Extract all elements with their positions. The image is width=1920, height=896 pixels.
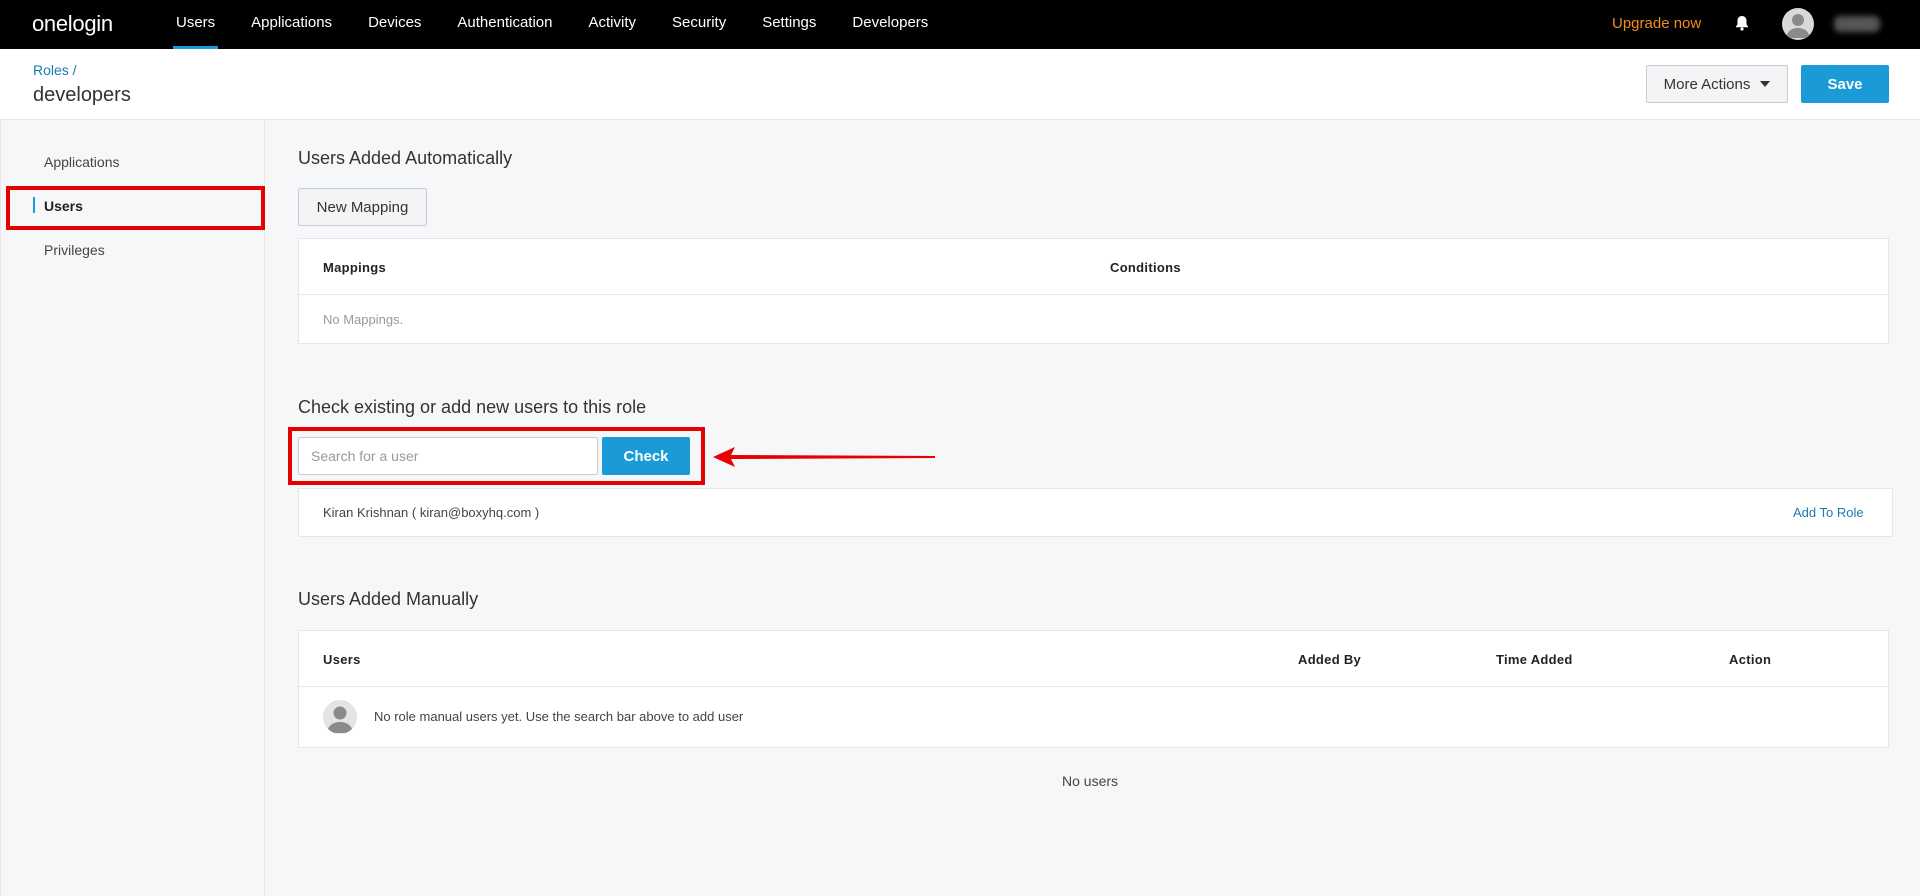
column-added-by: Added By: [1298, 652, 1362, 667]
nav-item-activity[interactable]: Activity: [571, 0, 655, 49]
nav-item-users[interactable]: Users: [158, 0, 233, 49]
column-conditions: Conditions: [1110, 260, 1181, 275]
add-to-role-link[interactable]: Add To Role: [1793, 505, 1864, 520]
nav-item-settings[interactable]: Settings: [744, 0, 834, 49]
save-button[interactable]: Save: [1801, 65, 1889, 103]
sidebar-item-applications[interactable]: Applications: [44, 154, 120, 170]
nav-item-authentication[interactable]: Authentication: [439, 0, 570, 49]
main-nav: Users Applications Devices Authenticatio…: [158, 0, 946, 49]
sidebar-item-privileges[interactable]: Privileges: [44, 242, 105, 258]
mappings-table: Mappings Conditions No Mappings.: [298, 238, 1889, 344]
user-placeholder-icon: [323, 700, 357, 734]
nav-item-security[interactable]: Security: [654, 0, 744, 49]
highlight-box-search: [288, 427, 705, 485]
check-section-title: Check existing or add new users to this …: [298, 397, 647, 417]
top-navbar: onelogin Users Applications Devices Auth…: [0, 0, 1920, 49]
mappings-empty-row: No Mappings.: [299, 295, 1888, 343]
column-mappings: Mappings: [323, 260, 387, 275]
more-actions-button[interactable]: More Actions: [1646, 65, 1788, 103]
breadcrumb-roles[interactable]: Roles /: [33, 62, 77, 78]
manual-section-title: Users Added Manually: [298, 589, 479, 609]
bell-icon[interactable]: [1733, 14, 1751, 32]
mappings-table-header: Mappings Conditions: [299, 239, 1888, 295]
manual-users-empty-row: No role manual users yet. Use the search…: [299, 687, 1888, 747]
blurred-username[interactable]: [1834, 16, 1880, 32]
onelogin-logo[interactable]: onelogin: [32, 11, 113, 37]
page-header: Roles / developers More Actions Save: [0, 49, 1920, 120]
no-manual-users-text: No role manual users yet. Use the search…: [374, 709, 744, 724]
page-title: developers: [33, 84, 131, 106]
manual-users-table: Users Added By Time Added Action No role…: [298, 630, 1889, 748]
highlight-box-users: [6, 186, 265, 230]
upgrade-now-link[interactable]: Upgrade now: [1612, 15, 1701, 32]
column-time-added: Time Added: [1496, 652, 1573, 667]
column-action: Action: [1729, 652, 1772, 667]
sidebar: [0, 120, 265, 896]
new-mapping-button[interactable]: New Mapping: [298, 188, 427, 226]
user-avatar[interactable]: [1782, 8, 1814, 40]
no-mappings-text: No Mappings.: [323, 312, 404, 327]
auto-section-title: Users Added Automatically: [298, 148, 513, 168]
no-users-text: No users: [1062, 773, 1119, 789]
result-user-name: Kiran Krishnan ( kiran@boxyhq.com ): [323, 505, 540, 520]
nav-item-applications[interactable]: Applications: [233, 0, 350, 49]
caret-down-icon: [1760, 81, 1771, 87]
manual-users-table-header: Users Added By Time Added Action: [299, 631, 1888, 687]
annotation-arrow-icon: [713, 447, 935, 467]
nav-item-devices[interactable]: Devices: [350, 0, 439, 49]
more-actions-label: More Actions: [1663, 75, 1751, 93]
nav-item-developers[interactable]: Developers: [834, 0, 946, 49]
column-users: Users: [323, 652, 361, 667]
search-result-row: Kiran Krishnan ( kiran@boxyhq.com ) Add …: [298, 488, 1893, 537]
